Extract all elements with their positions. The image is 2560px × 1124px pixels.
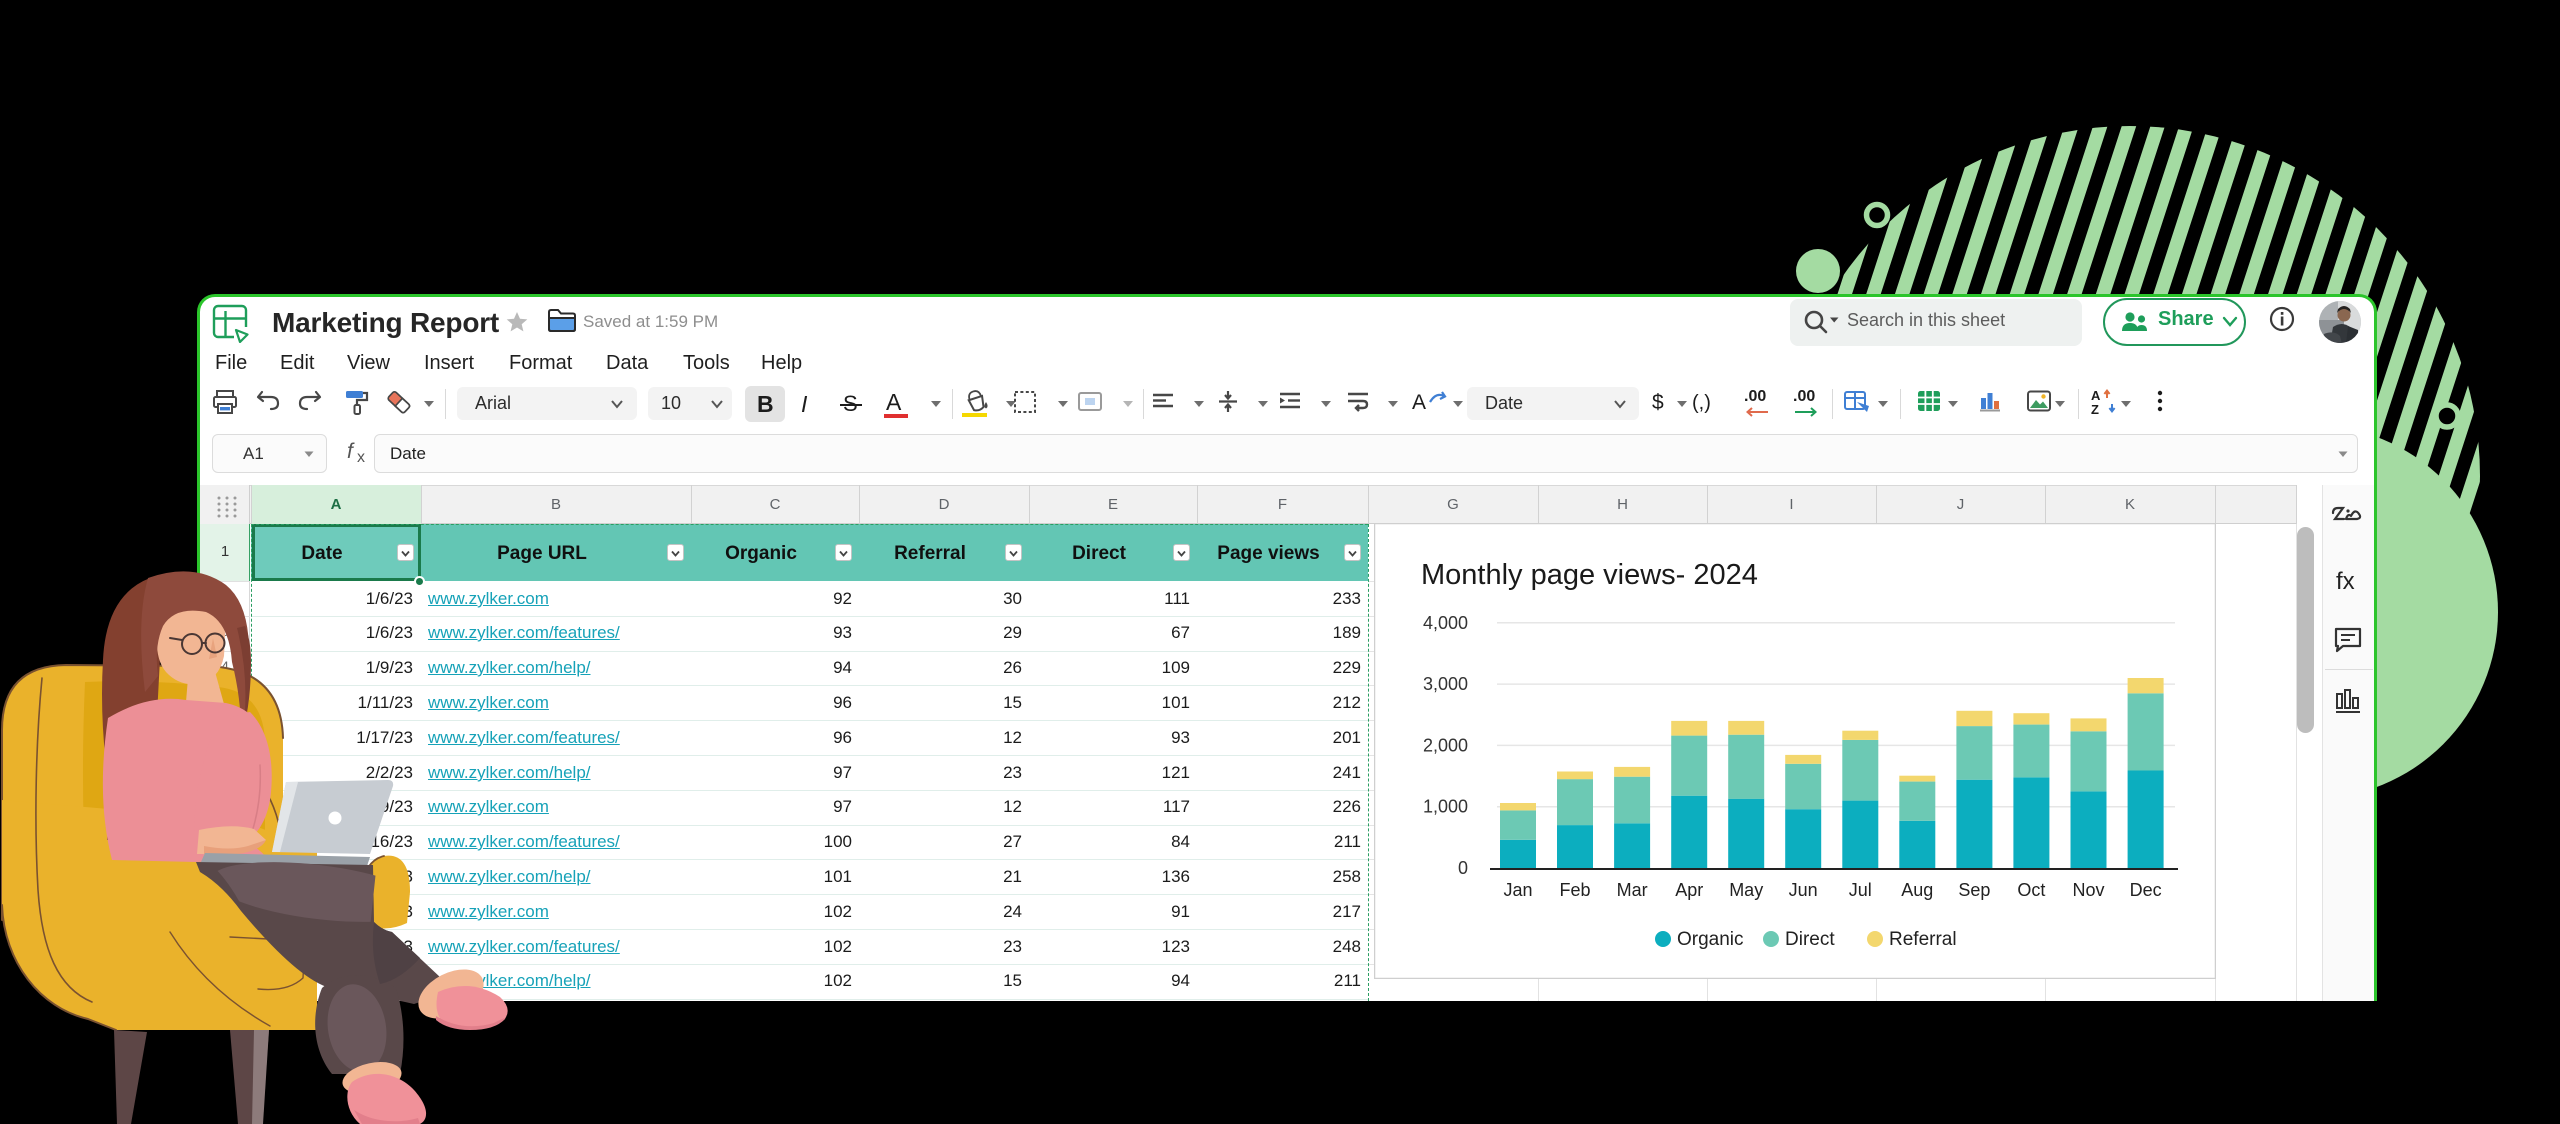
svg-text:Sep: Sep xyxy=(1958,880,1990,900)
svg-text:1,000: 1,000 xyxy=(1423,797,1468,817)
svg-text:3,000: 3,000 xyxy=(1423,674,1468,694)
svg-text:Mar: Mar xyxy=(1617,880,1648,900)
svg-text:Oct: Oct xyxy=(2017,880,2045,900)
svg-text:Monthly page views- 2024: Monthly page views- 2024 xyxy=(1421,559,1758,591)
svg-text:Referral: Referral xyxy=(1889,929,1957,950)
svg-text:Nov: Nov xyxy=(2072,880,2104,900)
svg-text:Direct: Direct xyxy=(1785,929,1835,950)
svg-text:2,000: 2,000 xyxy=(1423,735,1468,755)
svg-text:Feb: Feb xyxy=(1559,880,1590,900)
svg-text:Apr: Apr xyxy=(1675,880,1703,900)
svg-text:Jun: Jun xyxy=(1789,880,1818,900)
svg-text:4,000: 4,000 xyxy=(1423,613,1468,633)
svg-text:Jul: Jul xyxy=(1849,880,1872,900)
svg-text:Z: Z xyxy=(2091,402,2099,417)
svg-text:May: May xyxy=(1729,880,1763,900)
svg-text:Jan: Jan xyxy=(1503,880,1532,900)
svg-text:Dec: Dec xyxy=(2130,880,2162,900)
svg-text:A: A xyxy=(2091,388,2101,403)
svg-text:Aug: Aug xyxy=(1901,880,1933,900)
svg-text:Organic: Organic xyxy=(1677,929,1744,950)
svg-text:0: 0 xyxy=(1458,858,1468,878)
